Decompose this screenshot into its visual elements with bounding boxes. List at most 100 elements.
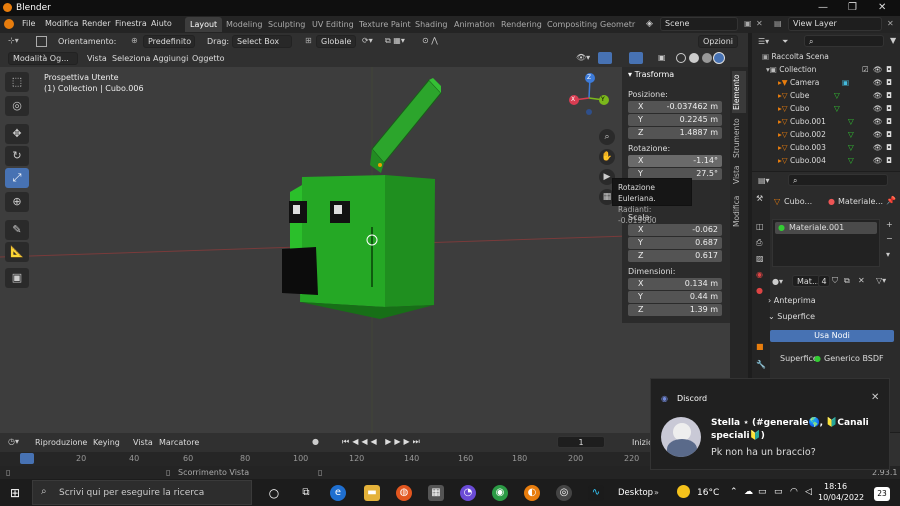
pan-hand-icon[interactable]: ✋ [599, 149, 615, 165]
blender-taskbar-icon[interactable]: ◐ [524, 485, 540, 501]
battery-icon[interactable]: ▭ [758, 487, 767, 497]
duplicate-material-icon[interactable]: ⧉ [844, 276, 850, 286]
material-slot-item[interactable]: ● Materiale.001 [775, 222, 877, 234]
outliner-row[interactable]: ▸▼ Camera ▣ 👁 ◘ [752, 78, 900, 91]
tab-layout[interactable]: Layout [185, 17, 223, 32]
tab-modeling[interactable]: Modeling [221, 17, 267, 32]
transform-panel-title[interactable]: ▾ Trasforma [628, 70, 674, 79]
scale-z-field[interactable]: Z 0.617 [628, 250, 722, 262]
messenger-icon[interactable]: ◔ [460, 485, 476, 501]
material-users-count[interactable]: 4 [818, 275, 830, 287]
scene-browse-icon[interactable]: ▣ [744, 19, 752, 28]
view-layer-tab-icon[interactable]: ▨ [756, 254, 764, 263]
visibility-eye-icon[interactable]: 👁 [873, 65, 883, 74]
visibility-eye-icon[interactable]: 👁 [873, 156, 883, 165]
world-tab-icon[interactable]: ● [756, 286, 763, 295]
visibility-eye-icon[interactable]: 👁 [873, 91, 883, 100]
menu-seleziona[interactable]: Seleziona [112, 54, 150, 63]
move-tool-icon[interactable]: ✥ [5, 124, 29, 144]
visibility-eye-icon[interactable]: 👁 [873, 117, 883, 126]
outliner-row[interactable]: ▸▽ Cubo.003 ▽ 👁 ◘ [752, 143, 900, 156]
tool-menu-icon[interactable]: ⊹▾ [8, 36, 19, 45]
add-cube-tool-icon[interactable]: ▣ [5, 268, 29, 288]
measure-tool-icon[interactable]: 📐 [5, 242, 29, 262]
render-camera-icon[interactable]: ◘ [886, 117, 892, 126]
tab-strumento[interactable]: Strumento [732, 117, 746, 159]
store-icon[interactable]: ▦ [428, 485, 444, 501]
scene-close-icon[interactable]: ✕ [756, 19, 763, 28]
outliner-row[interactable]: ▾▣ Collection ☑ 👁 ◘ [752, 65, 900, 78]
tab-modifica[interactable]: Modifica [732, 193, 746, 229]
dimensions-y-field[interactable]: Y 0.44 m [628, 291, 722, 303]
current-frame-field[interactable]: 1 [557, 436, 605, 448]
tab-shading[interactable]: Shading [410, 17, 453, 32]
notification-close-icon[interactable]: ✕ [871, 392, 879, 403]
record-icon[interactable]: ● [312, 437, 319, 446]
blender-menu-icon[interactable] [4, 19, 14, 29]
options-dropdown[interactable]: Opzioni [698, 35, 738, 48]
menu-vista[interactable]: Vista [133, 438, 153, 447]
wireframe-shading-icon[interactable] [676, 53, 686, 63]
visibility-eye-icon[interactable]: 👁 [873, 104, 883, 113]
material-name-field[interactable]: Mat... [792, 275, 820, 287]
output-tab-icon[interactable]: ⎙ [756, 238, 762, 248]
view-layer-selector[interactable]: View Layer [788, 17, 882, 31]
outliner-filter-icon[interactable]: ▼ [890, 36, 896, 45]
edge-icon[interactable]: e [330, 485, 346, 501]
audio-app-icon[interactable]: ∿ [588, 485, 604, 501]
object-tab-icon[interactable]: ■ [756, 342, 764, 351]
position-y-field[interactable]: Y 0.2245 m [628, 114, 722, 126]
tool-tab-icon[interactable]: ⚒ [756, 194, 763, 203]
menu-finestra[interactable]: Finestra [115, 19, 147, 28]
menu-file[interactable]: File [22, 19, 35, 28]
orientation-dropdown[interactable]: Predefinito [143, 35, 195, 48]
weather-sun-icon[interactable] [677, 485, 690, 498]
outliner-row[interactable]: ▸▽ Cube ▽ 👁 ◘ [752, 91, 900, 104]
close-button[interactable]: ✕ [878, 2, 886, 13]
clock-date[interactable]: 10/04/2022 [818, 493, 864, 502]
cursor-tool-icon[interactable]: ◎ [5, 96, 29, 116]
clock-time[interactable]: 18:16 [824, 482, 847, 491]
menu-oggetto[interactable]: Oggetto [192, 54, 225, 63]
tab-geometry[interactable]: Geometr [595, 17, 640, 32]
surface-panel[interactable]: ⌄ Superfice [768, 312, 815, 321]
tab-uv-editing[interactable]: UV Editing [307, 17, 359, 32]
outliner-search-input[interactable]: ⌕ [804, 35, 884, 47]
scale-tool-icon[interactable]: ⤢ [5, 168, 29, 188]
use-nodes-button[interactable]: Usa Nodi [770, 330, 894, 342]
desktop-label[interactable]: Desktop [618, 488, 653, 498]
network-icon[interactable]: ▭ [774, 487, 783, 497]
minimize-button[interactable]: — [818, 2, 828, 13]
preview-panel[interactable]: › Anteprima [768, 296, 816, 305]
outliner-editor-icon[interactable]: ☰▾ [758, 37, 769, 46]
visibility-eye-icon[interactable]: 👁 [873, 143, 883, 152]
menu-riproduzione[interactable]: Riproduzione [35, 438, 87, 447]
fake-user-icon[interactable]: ⛉ [832, 276, 838, 286]
position-x-field[interactable]: X -0.037462 m [628, 101, 722, 113]
zoom-icon[interactable]: ⌕ [599, 129, 615, 145]
render-camera-icon[interactable]: ◘ [886, 91, 892, 100]
wifi-icon[interactable]: ◠ [790, 487, 798, 497]
outliner-row[interactable]: ▸▽ Cubo.002 ▽ 👁 ◘ [752, 130, 900, 143]
tab-elemento[interactable]: Elemento [732, 71, 746, 113]
dimensions-z-field[interactable]: Z 1.39 m [628, 304, 722, 316]
scene-selector[interactable]: Scene [660, 17, 738, 31]
add-slot-button[interactable]: + [886, 220, 893, 229]
dimensions-x-field[interactable]: X 0.134 m [628, 278, 722, 290]
material-filter-icon[interactable]: ▽▾ [876, 276, 886, 285]
properties-search-input[interactable]: ⌕ [788, 174, 888, 186]
render-camera-icon[interactable]: ◘ [886, 156, 892, 165]
filter-icon[interactable]: ⏷ [782, 37, 788, 47]
overlay-toggle-icon[interactable] [629, 52, 643, 64]
checkbox-icon[interactable]: ☑ [862, 65, 869, 74]
volume-icon[interactable]: ◁ [805, 487, 812, 497]
file-explorer-icon[interactable]: ▬ [364, 485, 380, 501]
select-mode-icon[interactable] [36, 36, 47, 47]
xray-icon[interactable]: ▣ [658, 53, 666, 62]
firefox-icon[interactable]: ◍ [396, 485, 412, 501]
menu-aiuto[interactable]: Aiuto [151, 19, 172, 28]
annotate-tool-icon[interactable]: ✎ [5, 220, 29, 240]
temperature-label[interactable]: 16°C [697, 488, 719, 498]
render-camera-icon[interactable]: ◘ [886, 104, 892, 113]
material-shading-icon[interactable] [702, 53, 712, 63]
